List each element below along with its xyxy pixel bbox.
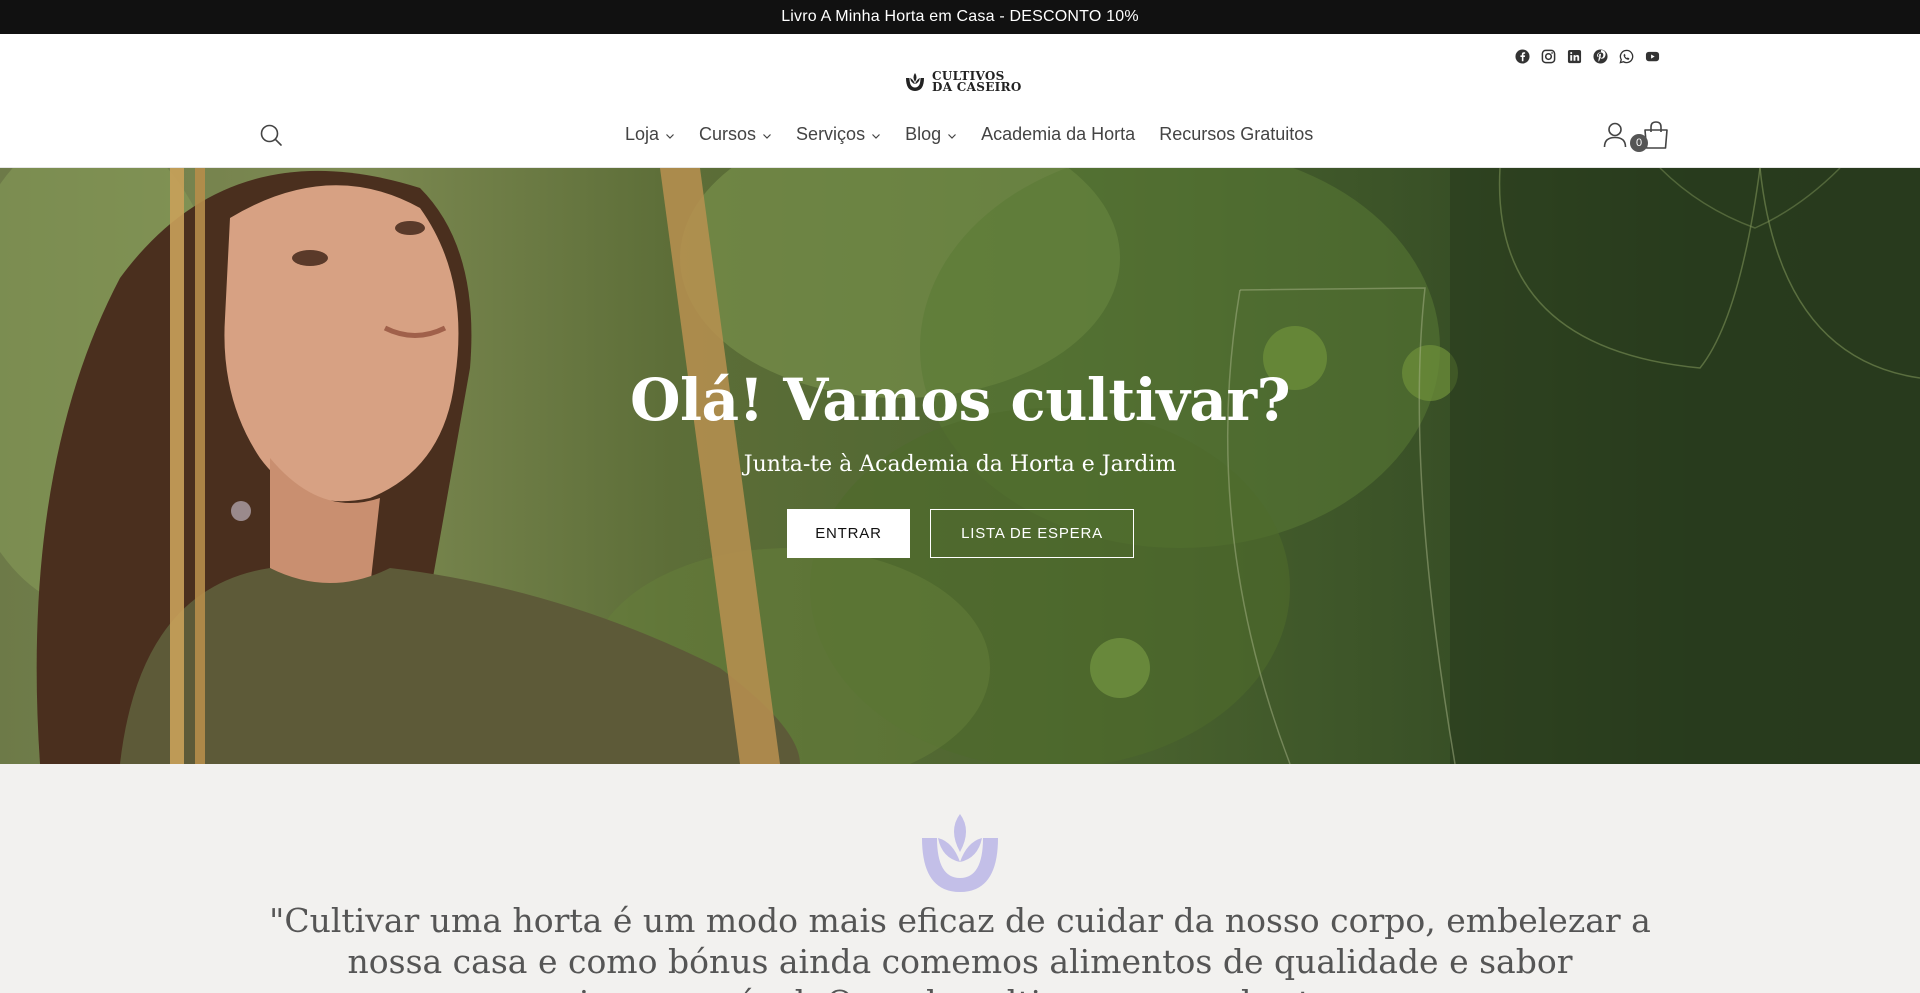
nav-item-cursos[interactable]: Cursos (699, 124, 772, 145)
enter-button[interactable]: ENTRAR (787, 509, 910, 558)
nav-item-academia[interactable]: Academia da Horta (981, 124, 1135, 145)
nav-label-cursos: Cursos (699, 124, 757, 144)
sprout-emblem-icon (922, 814, 998, 892)
announcement-text[interactable]: Livro A Minha Horta em Casa - DESCONTO 1… (781, 8, 1139, 26)
cart-count-badge: 0 (1630, 134, 1648, 152)
linkedin-icon[interactable] (1565, 47, 1583, 65)
nav-item-servicos[interactable]: Serviços (796, 124, 881, 145)
hero-banner: Olá! Vamos cultivar? Junta-te à Academia… (0, 168, 1920, 764)
search-button[interactable] (258, 122, 284, 148)
hero-subtitle: Junta-te à Academia da Horta e Jardim (743, 452, 1177, 477)
chevron-down-icon (948, 133, 957, 139)
hero-title: Olá! Vamos cultivar? (629, 366, 1291, 434)
nav-label-blog: Blog (905, 124, 942, 144)
pinterest-icon[interactable] (1591, 47, 1609, 65)
user-icon (1603, 122, 1627, 148)
nav-item-blog[interactable]: Blog (905, 124, 957, 145)
main-nav: Loja Cursos Serviços Blog Academia da Ho… (625, 124, 1313, 145)
logo-wordmark: CULTIVOS DA CASEIRO (932, 70, 1022, 94)
testimonial-quote: "Cultivar uma horta é um modo mais efica… (269, 901, 1651, 993)
social-links (1513, 47, 1661, 65)
nav-label-servicos: Serviços (796, 124, 866, 144)
chevron-down-icon (666, 133, 674, 139)
announcement-bar[interactable]: Livro A Minha Horta em Casa - DESCONTO 1… (0, 0, 1920, 34)
nav-item-loja[interactable]: Loja (625, 124, 675, 145)
quote-section: "Cultivar uma horta é um modo mais efica… (0, 764, 1920, 993)
logo-line-2: DA CASEIRO (932, 80, 1022, 94)
chevron-down-icon (763, 133, 771, 139)
sprout-logo-icon (906, 73, 924, 91)
nav-label-academia: Academia da Horta (981, 124, 1136, 144)
account-button[interactable] (1602, 121, 1628, 149)
nav-label-recursos: Recursos Gratuitos (1159, 124, 1314, 144)
nav-item-recursos[interactable]: Recursos Gratuitos (1159, 124, 1313, 145)
search-icon (260, 124, 282, 146)
chevron-down-icon (872, 133, 881, 139)
facebook-icon[interactable] (1513, 47, 1531, 65)
nav-label-loja: Loja (625, 124, 660, 144)
waitlist-button[interactable]: LISTA DE ESPERA (930, 509, 1134, 558)
site-header: CULTIVOS DA CASEIRO Loja Cursos Serviços… (0, 34, 1920, 168)
youtube-icon[interactable] (1643, 47, 1661, 65)
whatsapp-icon[interactable] (1617, 47, 1635, 65)
site-logo[interactable]: CULTIVOS DA CASEIRO (902, 69, 1022, 95)
instagram-icon[interactable] (1539, 47, 1557, 65)
